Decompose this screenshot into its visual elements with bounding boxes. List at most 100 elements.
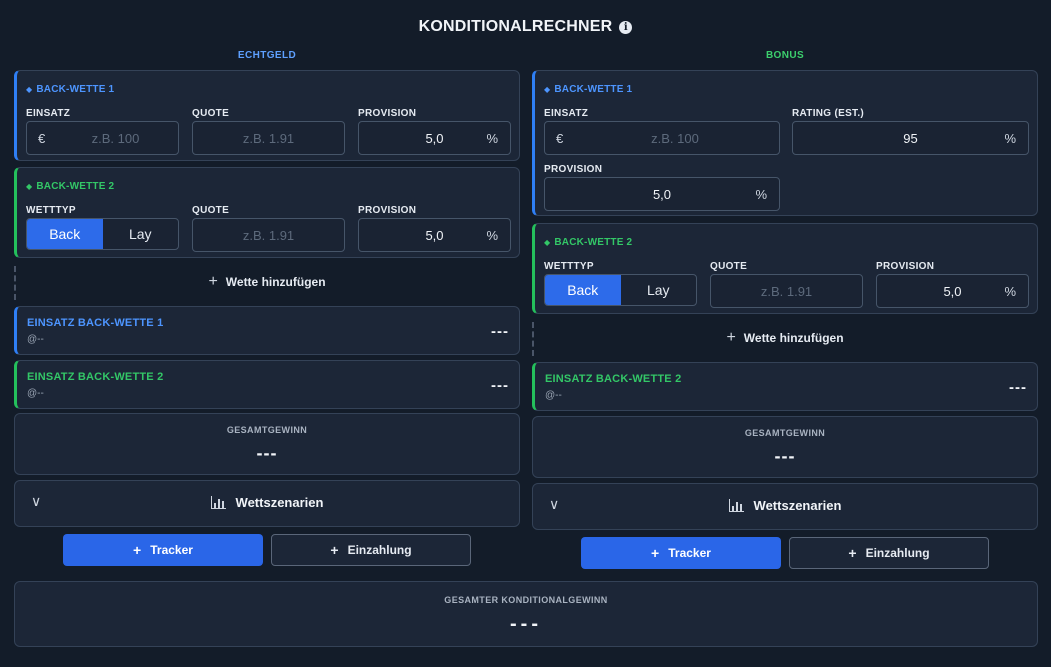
bet-type-lay-option[interactable]: Lay xyxy=(621,275,697,305)
plus-icon: + xyxy=(848,545,857,561)
percent-icon: % xyxy=(486,130,498,146)
commission-input[interactable]: 5,0 % xyxy=(358,218,511,252)
grand-total-label: GESAMTER KONDITIONALGEWINN xyxy=(444,595,608,605)
odds-input[interactable]: z.B. 1.91 xyxy=(192,218,345,252)
back-bet-2-card: ◆ BACK-WETTE 2 WETTTYP Back Lay QUOTE z.… xyxy=(532,223,1038,314)
scenarios-label: Wettszenarien xyxy=(235,495,324,510)
add-bet-label: Wette hinzufügen xyxy=(225,275,326,289)
plus-icon: + xyxy=(330,542,339,558)
add-bet-button[interactable]: + Wette hinzufügen xyxy=(532,320,1038,356)
page-title-text: KONDITIONALRECHNER xyxy=(418,18,613,35)
odds-input[interactable]: z.B. 1.91 xyxy=(192,121,345,155)
add-bet-label: Wette hinzufügen xyxy=(743,331,844,345)
scenarios-toggle[interactable]: ∨ Wettszenarien xyxy=(14,480,520,527)
bet-type-lay-option[interactable]: Lay xyxy=(103,219,179,249)
stake-result-card-2: EINSATZ BACK-WETTE 2 @-- --- xyxy=(532,362,1038,411)
stake-result-title: EINSATZ BACK-WETTE 2 xyxy=(545,373,682,385)
grand-total-card: GESAMTER KONDITIONALGEWINN --- xyxy=(14,581,1038,647)
stake-placeholder: z.B. 100 xyxy=(91,130,140,146)
bet-type-back-option[interactable]: Back xyxy=(27,219,103,249)
diamond-icon: ◆ xyxy=(26,182,33,191)
back-bet-2-title-text: BACK-WETTE 2 xyxy=(554,237,633,248)
deposit-label: Einzahlung xyxy=(347,543,412,557)
total-profit-card: GESAMTGEWINN --- xyxy=(14,413,520,475)
plus-icon: + xyxy=(651,545,660,561)
scenarios-toggle[interactable]: ∨ Wettszenarien xyxy=(532,483,1038,530)
back-bet-2-title-text: BACK-WETTE 2 xyxy=(36,181,115,192)
column-header-bonus: BONUS xyxy=(765,50,805,61)
diamond-icon: ◆ xyxy=(26,85,33,94)
plus-icon: + xyxy=(208,273,218,290)
bet-type-label: WETTTYP xyxy=(26,205,76,216)
stake-result-odds: @-- xyxy=(27,388,44,399)
bonus-column: BONUS ◆ BACK-WETTE 1 EINSATZ € z.B. 100 … xyxy=(532,50,1038,569)
grand-total-value: --- xyxy=(510,613,542,635)
rating-value: 95 xyxy=(903,130,918,146)
stake-input[interactable]: € z.B. 100 xyxy=(544,121,780,155)
diamond-icon: ◆ xyxy=(544,85,551,94)
scenarios-heading: Wettszenarien xyxy=(533,498,1037,513)
stake-result-card-1: EINSATZ BACK-WETTE 1 @-- --- xyxy=(14,306,520,355)
commission-label: PROVISION xyxy=(358,205,417,216)
bet-type-back-option[interactable]: Back xyxy=(545,275,621,305)
total-profit-label: GESAMTGEWINN xyxy=(226,425,308,435)
stake-label: EINSATZ xyxy=(26,108,71,119)
page-title: KONDITIONALRECHNER i xyxy=(0,18,1051,36)
percent-icon: % xyxy=(486,227,498,243)
odds-label: QUOTE xyxy=(710,261,748,272)
bet-type-toggle: Back Lay xyxy=(26,218,179,250)
stake-result-odds: @-- xyxy=(27,334,44,345)
back-bet-1-title-text: BACK-WETTE 1 xyxy=(36,84,115,95)
deposit-button[interactable]: + Einzahlung xyxy=(271,534,471,566)
euro-icon: € xyxy=(38,130,46,146)
bar-chart-icon xyxy=(728,499,744,512)
commission-value: 5,0 xyxy=(652,186,672,202)
scenarios-label: Wettszenarien xyxy=(753,498,842,513)
stake-label: EINSATZ xyxy=(544,108,589,119)
deposit-label: Einzahlung xyxy=(865,546,930,560)
odds-label: QUOTE xyxy=(192,205,230,216)
percent-icon: % xyxy=(1004,283,1016,299)
stake-result-value: --- xyxy=(491,323,509,340)
rating-label: RATING (EST.) xyxy=(792,108,865,119)
diamond-icon: ◆ xyxy=(544,238,551,247)
odds-placeholder: z.B. 1.91 xyxy=(242,130,295,146)
back-bet-1-title: ◆ BACK-WETTE 1 xyxy=(544,84,632,95)
bet-type-toggle: Back Lay xyxy=(544,274,697,306)
back-bet-1-card: ◆ BACK-WETTE 1 EINSATZ € z.B. 100 RATING… xyxy=(532,70,1038,216)
back-bet-2-card: ◆ BACK-WETTE 2 WETTTYP Back Lay QUOTE z.… xyxy=(14,167,520,258)
info-icon[interactable]: i xyxy=(619,20,633,34)
back-bet-1-title: ◆ BACK-WETTE 1 xyxy=(26,84,114,95)
plus-icon: + xyxy=(133,542,142,558)
bet-type-label: WETTTYP xyxy=(544,261,594,272)
total-profit-label: GESAMTGEWINN xyxy=(744,428,826,438)
bar-chart-icon xyxy=(210,496,226,509)
tracker-label: Tracker xyxy=(668,546,711,560)
commission-label: PROVISION xyxy=(876,261,935,272)
echtgeld-column: ECHTGELD ◆ BACK-WETTE 1 EINSATZ € z.B. 1… xyxy=(14,50,520,566)
stake-result-title: EINSATZ BACK-WETTE 1 xyxy=(27,317,164,329)
total-profit-value: --- xyxy=(256,443,278,463)
add-bet-button[interactable]: + Wette hinzufügen xyxy=(14,264,520,300)
stake-result-card-2: EINSATZ BACK-WETTE 2 @-- --- xyxy=(14,360,520,409)
commission-input[interactable]: 5,0 % xyxy=(876,274,1029,308)
odds-placeholder: z.B. 1.91 xyxy=(760,283,813,299)
commission-input[interactable]: 5,0 % xyxy=(544,177,780,211)
odds-label: QUOTE xyxy=(192,108,230,119)
scenarios-heading: Wettszenarien xyxy=(15,495,519,510)
commission-input[interactable]: 5,0 % xyxy=(358,121,511,155)
back-bet-2-title: ◆ BACK-WETTE 2 xyxy=(544,237,632,248)
rating-input[interactable]: 95 % xyxy=(792,121,1029,155)
euro-icon: € xyxy=(556,130,564,146)
stake-input[interactable]: € z.B. 100 xyxy=(26,121,179,155)
deposit-button[interactable]: + Einzahlung xyxy=(789,537,989,569)
stake-result-value: --- xyxy=(1009,379,1027,396)
back-bet-1-card: ◆ BACK-WETTE 1 EINSATZ € z.B. 100 QUOTE … xyxy=(14,70,520,161)
tracker-label: Tracker xyxy=(150,543,193,557)
back-bet-2-title: ◆ BACK-WETTE 2 xyxy=(26,181,114,192)
stake-result-value: --- xyxy=(491,377,509,394)
odds-placeholder: z.B. 1.91 xyxy=(242,227,295,243)
odds-input[interactable]: z.B. 1.91 xyxy=(710,274,863,308)
tracker-button[interactable]: + Tracker xyxy=(581,537,781,569)
tracker-button[interactable]: + Tracker xyxy=(63,534,263,566)
